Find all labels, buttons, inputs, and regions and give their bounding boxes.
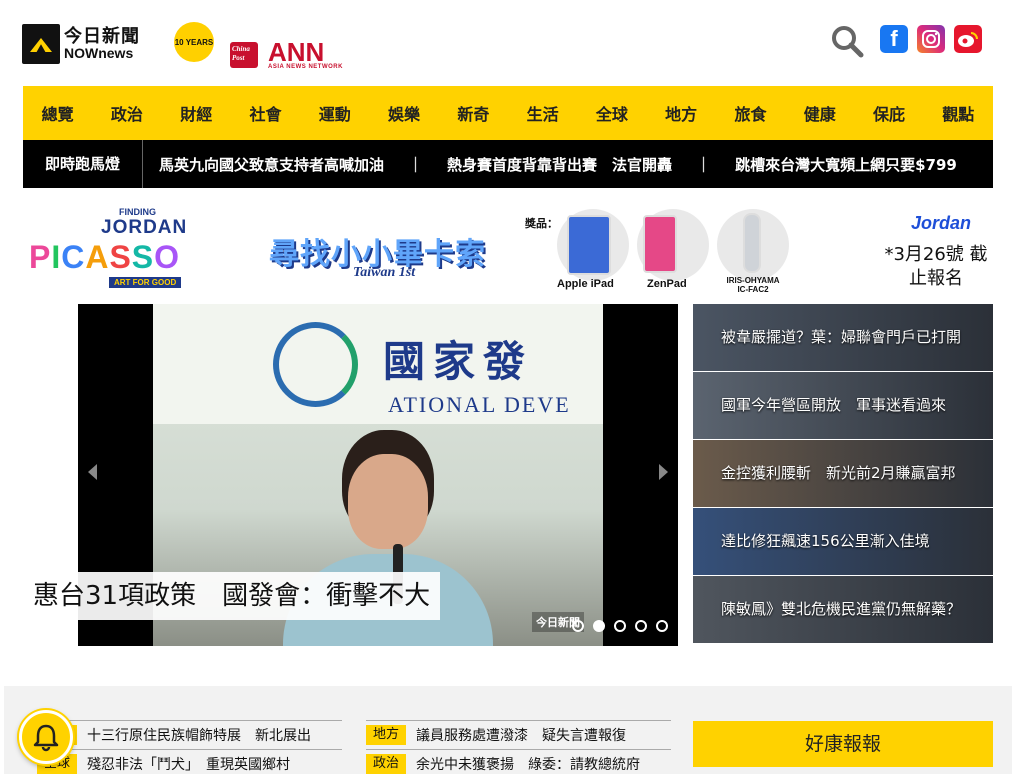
side-headline-title: 國軍今年營區開放 軍事迷看過來 [721, 396, 947, 414]
side-headline-item[interactable]: 國軍今年營區開放 軍事迷看過來 [693, 372, 993, 439]
prize-zenpad: ZenPad [647, 278, 687, 290]
slider-prev-arrow-icon[interactable] [88, 464, 97, 480]
nav-item[interactable]: 地方 [647, 86, 716, 140]
picasso-letter: P [29, 239, 52, 275]
picasso-letter: C [61, 239, 86, 275]
picasso-letter: I [51, 239, 62, 275]
side-headline-title: 陳敏鳳》雙北危機民進黨仍無解藥？ [721, 600, 962, 618]
news-list-item[interactable]: 全球 殘忍非法「鬥犬」 重現英國鄉村 [37, 749, 342, 774]
category-tag[interactable]: 政治 [366, 754, 407, 774]
vacuum-image [743, 213, 761, 273]
ann-logo-text: ANN [268, 37, 325, 67]
ipad-image [567, 215, 611, 275]
banner-campaign-logo: FINDING JORDAN PICASSO ART FOR GOOD [23, 203, 223, 295]
news-list-item[interactable]: 全球十三行原住民族帽飾特展 新北展出 [37, 720, 342, 749]
slider-dots [572, 620, 668, 632]
side-headline-title: 被韋嚴擺道？葉：婦聯會門戶已打開 [721, 328, 962, 346]
bottom-section: 全球十三行原住民族帽飾特展 新北展出全球殘忍非法「鬥犬」 重現英國鄉村 地方議員… [4, 686, 1012, 774]
picasso-letter: A [85, 239, 110, 275]
promo-banner[interactable]: FINDING JORDAN PICASSO ART FOR GOOD 尋找小小… [23, 203, 993, 295]
slider-dot[interactable] [635, 620, 647, 632]
banner-prize-label: 獎品： [525, 217, 558, 230]
ticker-separator: ｜ [696, 155, 712, 174]
picasso-letter: O [154, 239, 181, 275]
logo-mark-icon [22, 24, 60, 64]
facebook-icon[interactable]: f [880, 25, 908, 53]
jordan-brand: Jordan [911, 213, 972, 233]
search-icon[interactable] [830, 24, 864, 58]
side-headline-title: 達比修狂飆速156公里漸入佳境 [721, 532, 930, 550]
nav-item[interactable]: 總覽 [23, 86, 92, 140]
side-headline-item[interactable]: 金控獲利腰斬 新光前2月賺贏富邦 [693, 440, 993, 507]
side-headline-list: 被韋嚴擺道？葉：婦聯會門戶已打開 國軍今年營區開放 軍事迷看過來 金控獲利腰斬 新光… [693, 304, 993, 646]
slider-dot[interactable] [593, 620, 605, 632]
breaking-news-ticker: 即時跑馬燈 馬英九向國父致意支持者高喊加油 ｜ 熱身賽首度背靠背出賽 法官開轟 ｜ 跳槽… [23, 140, 993, 188]
slider-caption[interactable]: 惠台31項政策 國發會：衝擊不大 [23, 572, 441, 620]
nav-item[interactable]: 社會 [231, 86, 300, 140]
banner-finding: FINDING [119, 207, 156, 217]
picasso-letter: S [131, 239, 155, 275]
news-title[interactable]: 殘忍非法「鬥犬」 重現英國鄉村 [87, 754, 290, 774]
slider-dot[interactable] [572, 620, 584, 632]
nav-item[interactable]: 娛樂 [369, 86, 438, 140]
slider-next-arrow-icon[interactable] [659, 464, 668, 480]
weibo-icon[interactable] [954, 25, 982, 53]
side-headline-title: 金控獲利腰斬 新光前2月賺贏富邦 [721, 464, 956, 482]
ticker-news-link[interactable]: 熱身賽首度背靠背出賽 法官開轟 [447, 154, 672, 175]
nav-item[interactable]: 新奇 [439, 86, 508, 140]
prize-vacuum: IRIS-OHYAMA IC-FAC2 [726, 276, 780, 294]
news-title[interactable]: 議員服務處遭潑漆 疑失言遭報復 [416, 725, 626, 745]
banner-jordan: JORDAN [101, 217, 188, 238]
person-head [348, 454, 428, 549]
ticker-label: 即時跑馬燈 [23, 140, 143, 188]
photo-sign-english: ATIONAL DEVE [388, 392, 571, 417]
category-tag[interactable]: 地方 [366, 725, 407, 745]
zenpad-image [643, 215, 677, 273]
ann-logo-subtext: ASIA NEWS NETWORK [268, 64, 343, 70]
banner-deadline: *3月26號 截止報名 [884, 244, 988, 289]
photo-sign-text: 國家發 [383, 337, 534, 386]
ticker-items: 馬英九向國父致意支持者高喊加油 ｜ 熱身賽首度背靠背出賽 法官開轟 ｜ 跳槽來台灣大寬頻… [143, 154, 957, 175]
logo-chinese: 今日新聞 [64, 26, 140, 47]
ticker-news-link[interactable]: 跳槽來台灣大寬頻上網只要$799 [735, 154, 957, 175]
ndc-logo-icon [273, 322, 358, 407]
ticker-separator: ｜ [408, 155, 424, 174]
nav-item[interactable]: 生活 [508, 86, 577, 140]
nav-item[interactable]: 運動 [300, 86, 369, 140]
china-post-logo[interactable]: China Post [230, 42, 258, 68]
news-list-item[interactable]: 政治 余光中未獲褒揚 綠委：請教總統府 [366, 749, 671, 774]
prize-ipad: Apple iPad [557, 278, 614, 290]
nav-item[interactable]: 政治 [92, 86, 161, 140]
news-list-item[interactable]: 地方 議員服務處遭潑漆 疑失言遭報復 [366, 720, 671, 749]
logo-english: NOWnews [64, 45, 134, 61]
picasso-letter: S [109, 239, 132, 275]
instagram-icon[interactable] [917, 25, 945, 53]
news-list-middle: 地方 議員服務處遭潑漆 疑失言遭報復 政治 余光中未獲褒揚 綠委：請教總統府 [366, 720, 671, 774]
main-nav: 總覽 政治 財經 社會 運動 娛樂 新奇 生活 全球 地方 旅食 健康 保庇 觀點 [23, 86, 993, 140]
nav-item[interactable]: 財經 [162, 86, 231, 140]
banner-art-for-good: ART FOR GOOD [109, 277, 182, 288]
ten-years-badge: 10 YEARS [174, 22, 214, 62]
nav-item[interactable]: 全球 [577, 86, 646, 140]
news-list-left: 全球十三行原住民族帽飾特展 新北展出全球殘忍非法「鬥犬」 重現英國鄉村 [37, 720, 342, 774]
news-title[interactable]: 余光中未獲褒揚 綠委：請教總統府 [416, 754, 640, 774]
site-header: 今日新聞 NOWnews 10 YEARS China Post ANN ASI… [0, 0, 1020, 86]
banner-subtitle: Taiwan 1st [353, 265, 416, 280]
side-headline-item[interactable]: 達比修狂飆速156公里漸入佳境 [693, 508, 993, 575]
banner-picasso: PICASSO [29, 239, 180, 276]
news-title[interactable]: 十三行原住民族帽飾特展 新北展出 [87, 725, 311, 745]
nav-item[interactable]: 保庇 [854, 86, 923, 140]
ann-logo[interactable]: ANN ASIA NEWS NETWORK [268, 37, 343, 70]
side-headline-item[interactable]: 陳敏鳳》雙北危機民進黨仍無解藥？ [693, 576, 993, 643]
slider-dot[interactable] [656, 620, 668, 632]
slider-dot[interactable] [614, 620, 626, 632]
nav-item[interactable]: 觀點 [924, 86, 993, 140]
nav-item[interactable]: 健康 [785, 86, 854, 140]
nav-item[interactable]: 旅食 [716, 86, 785, 140]
notification-bell-icon[interactable] [19, 710, 73, 764]
nownews-logo[interactable]: 今日新聞 NOWnews 10 YEARS [22, 22, 214, 66]
ticker-news-link[interactable]: 馬英九向國父致意支持者高喊加油 [159, 154, 384, 175]
good-news-header[interactable]: 好康報報 [693, 721, 993, 767]
side-headline-item[interactable]: 被韋嚴擺道？葉：婦聯會門戶已打開 [693, 304, 993, 371]
